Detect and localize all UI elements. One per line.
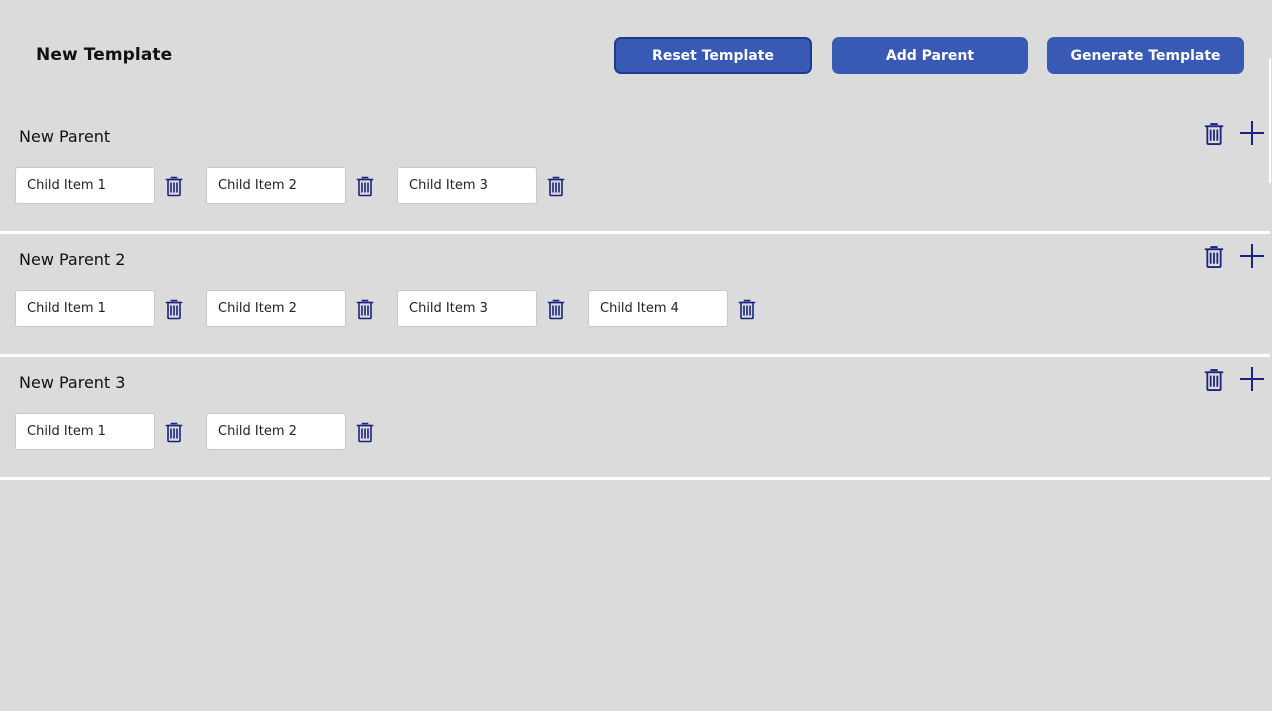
child-item-input[interactable]: Child Item 2 xyxy=(206,413,346,450)
child-item: Child Item 4 xyxy=(588,290,779,327)
header: New Template Reset Template Add Parent G… xyxy=(0,0,1272,100)
child-item: Child Item 1 xyxy=(15,413,206,450)
child-item-input[interactable]: Child Item 1 xyxy=(15,413,155,450)
child-item: Child Item 1 xyxy=(15,167,206,204)
add-child-button[interactable] xyxy=(1238,119,1266,147)
child-item-input[interactable]: Child Item 3 xyxy=(397,167,537,204)
child-item: Child Item 3 xyxy=(397,167,588,204)
child-list: Child Item 1 Child Item 2 xyxy=(15,413,397,450)
parent-actions xyxy=(1200,242,1266,270)
child-item-input[interactable]: Child Item 1 xyxy=(15,290,155,327)
child-item-input[interactable]: Child Item 2 xyxy=(206,290,346,327)
trash-icon xyxy=(165,175,183,197)
parent-list: New Parent Child Item 1 Child Item 2 Chi… xyxy=(0,111,1270,480)
parent-section: New Parent Child Item 1 Child Item 2 Chi… xyxy=(0,111,1270,234)
trash-icon xyxy=(165,421,183,443)
add-parent-button[interactable]: Add Parent xyxy=(832,37,1028,74)
trash-icon xyxy=(165,298,183,320)
trash-icon xyxy=(356,421,374,443)
delete-parent-button[interactable] xyxy=(1200,242,1228,270)
child-item: Child Item 2 xyxy=(206,290,397,327)
parent-section: New Parent 2 Child Item 1 Child Item 2 C… xyxy=(0,234,1270,357)
parent-section: New Parent 3 Child Item 1 Child Item 2 xyxy=(0,357,1270,480)
trash-icon xyxy=(1204,367,1224,392)
delete-child-button[interactable] xyxy=(353,418,377,446)
trash-icon xyxy=(547,175,565,197)
child-item: Child Item 1 xyxy=(15,290,206,327)
plus-icon xyxy=(1239,243,1265,269)
trash-icon xyxy=(547,298,565,320)
child-item: Child Item 2 xyxy=(206,413,397,450)
child-list: Child Item 1 Child Item 2 Child Item 3 xyxy=(15,167,588,204)
generate-template-button[interactable]: Generate Template xyxy=(1047,37,1244,74)
parent-actions xyxy=(1200,119,1266,147)
trash-icon xyxy=(1204,244,1224,269)
delete-child-button[interactable] xyxy=(544,172,568,200)
delete-child-button[interactable] xyxy=(353,295,377,323)
child-item-input[interactable]: Child Item 1 xyxy=(15,167,155,204)
trash-icon xyxy=(1204,121,1224,146)
reset-template-button[interactable]: Reset Template xyxy=(614,37,812,74)
parent-name: New Parent xyxy=(19,127,111,146)
child-item-input[interactable]: Child Item 2 xyxy=(206,167,346,204)
trash-icon xyxy=(738,298,756,320)
parent-actions xyxy=(1200,365,1266,393)
add-child-button[interactable] xyxy=(1238,365,1266,393)
delete-child-button[interactable] xyxy=(162,418,186,446)
child-item: Child Item 2 xyxy=(206,167,397,204)
app: New Template Reset Template Add Parent G… xyxy=(0,0,1272,711)
plus-icon xyxy=(1239,366,1265,392)
add-child-button[interactable] xyxy=(1238,242,1266,270)
trash-icon xyxy=(356,175,374,197)
delete-parent-button[interactable] xyxy=(1200,365,1228,393)
delete-child-button[interactable] xyxy=(735,295,759,323)
delete-child-button[interactable] xyxy=(162,295,186,323)
delete-child-button[interactable] xyxy=(353,172,377,200)
parent-name: New Parent 3 xyxy=(19,373,126,392)
child-item: Child Item 3 xyxy=(397,290,588,327)
trash-icon xyxy=(356,298,374,320)
parent-name: New Parent 2 xyxy=(19,250,126,269)
delete-child-button[interactable] xyxy=(162,172,186,200)
child-item-input[interactable]: Child Item 4 xyxy=(588,290,728,327)
child-item-input[interactable]: Child Item 3 xyxy=(397,290,537,327)
plus-icon xyxy=(1239,120,1265,146)
child-list: Child Item 1 Child Item 2 Child Item 3 C… xyxy=(15,290,779,327)
delete-child-button[interactable] xyxy=(544,295,568,323)
delete-parent-button[interactable] xyxy=(1200,119,1228,147)
page-title: New Template xyxy=(36,45,173,65)
